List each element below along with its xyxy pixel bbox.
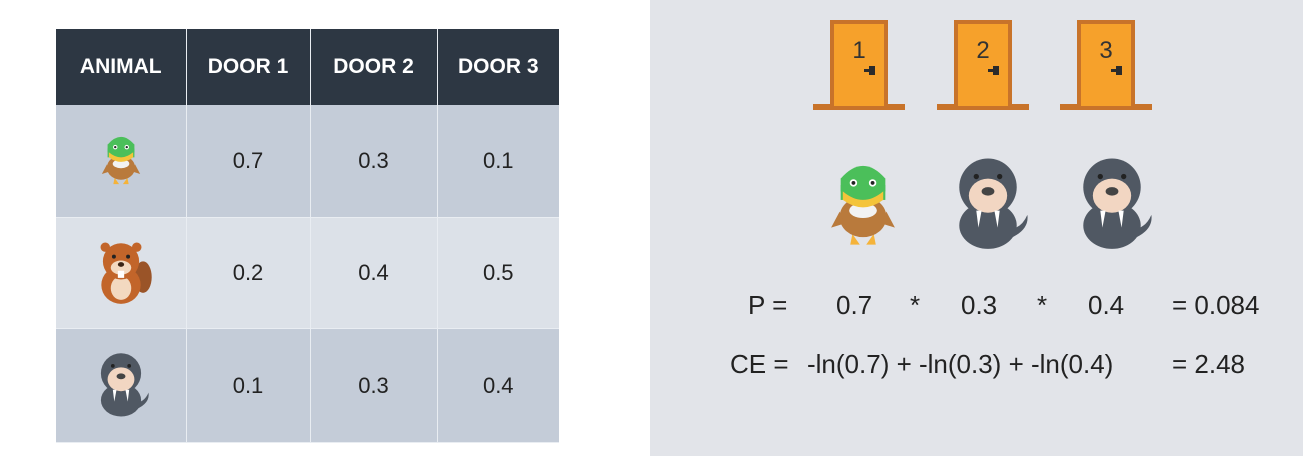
value-cell: 0.3 <box>310 105 438 218</box>
door-3-number: 3 <box>1099 37 1112 64</box>
header-door-3: DOOR 3 <box>437 29 559 105</box>
door-1-icon: 1 <box>813 20 905 110</box>
table-row: 0.1 0.3 0.4 <box>56 328 559 443</box>
duck-icon <box>831 165 895 245</box>
p-term: 0.7 <box>836 290 873 320</box>
p-operator: * <box>910 290 921 320</box>
table-row: 0.2 0.4 0.5 <box>56 217 559 329</box>
value-cell: 0.1 <box>437 105 559 218</box>
value-cell: 0.2 <box>186 217 311 329</box>
table-row: 0.7 0.3 0.1 <box>56 105 559 218</box>
door-2-number: 2 <box>976 37 989 64</box>
walrus-icon <box>100 352 149 417</box>
header-door-1: DOOR 1 <box>186 29 311 105</box>
door-1-number: 1 <box>852 37 865 64</box>
header-door-2: DOOR 2 <box>310 29 438 105</box>
p-result: = 0.084 <box>1172 290 1260 320</box>
p-operator: * <box>1037 290 1048 320</box>
right-panel: 1 2 3 P = 0.7 * 0.3 * 0.4 = 0.084 CE = -… <box>650 0 1303 456</box>
value-cell: 0.4 <box>310 217 438 329</box>
value-cell: 0.7 <box>186 105 311 218</box>
ce-result: = 2.48 <box>1172 349 1246 379</box>
ce-label: CE = <box>730 349 789 379</box>
animal-cell <box>56 217 187 329</box>
walrus-icon <box>959 158 1028 249</box>
header-animal: ANIMAL <box>56 29 187 105</box>
animal-cell <box>56 105 187 218</box>
beaver-icon <box>100 242 152 304</box>
probability-table: ANIMAL DOOR 1 DOOR 2 DOOR 3 0.7 0.3 0.1 … <box>56 29 559 443</box>
value-cell: 0.3 <box>310 328 438 443</box>
animal-cell <box>56 328 187 443</box>
table-header-row: ANIMAL DOOR 1 DOOR 2 DOOR 3 <box>56 29 559 105</box>
door-3-icon: 3 <box>1060 20 1152 110</box>
value-cell: 0.1 <box>186 328 311 443</box>
p-term: 0.4 <box>1088 290 1125 320</box>
left-panel: ANIMAL DOOR 1 DOOR 2 DOOR 3 0.7 0.3 0.1 … <box>0 0 650 456</box>
walrus-icon <box>1083 158 1152 249</box>
value-cell: 0.5 <box>437 217 559 329</box>
value-cell: 0.4 <box>437 328 559 443</box>
duck-icon <box>101 136 140 185</box>
ce-expression: -ln(0.7) + -ln(0.3) + -ln(0.4) <box>807 349 1114 379</box>
p-term: 0.3 <box>961 290 998 320</box>
p-label: P = <box>748 290 788 320</box>
door-2-icon: 2 <box>937 20 1029 110</box>
